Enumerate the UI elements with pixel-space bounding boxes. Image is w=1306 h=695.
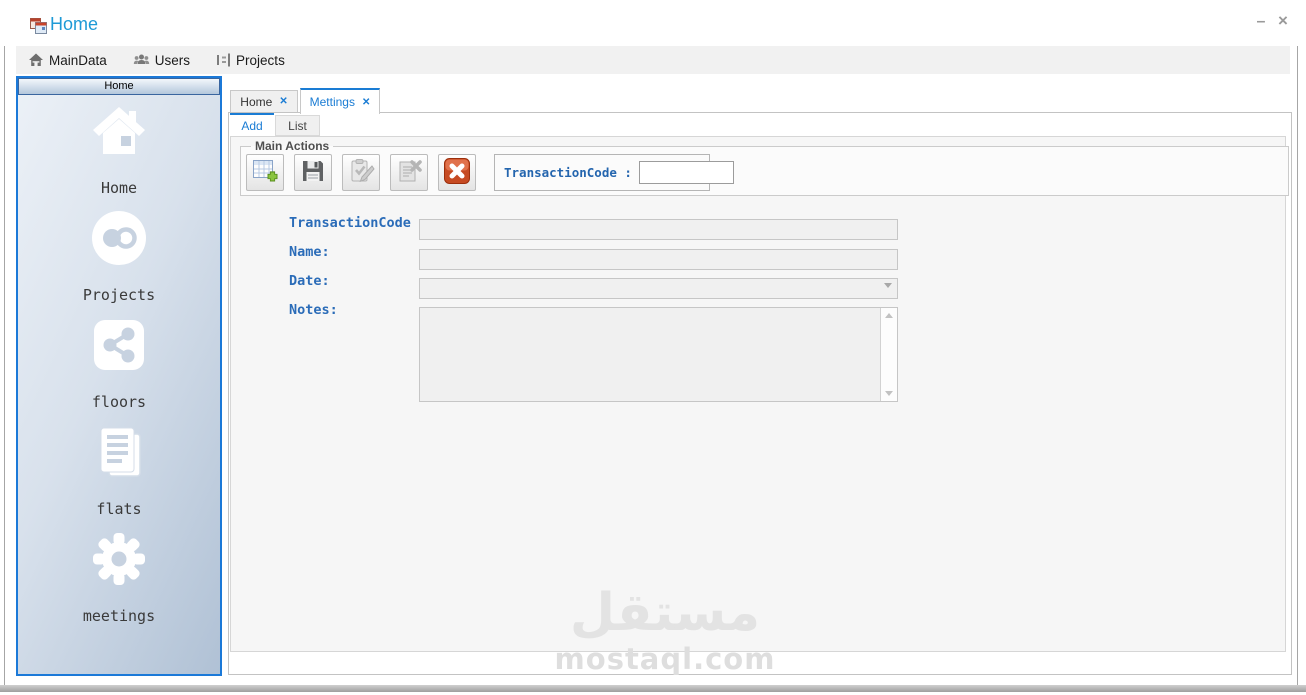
sidebar: Home Home Projects floors flats meetings (16, 76, 222, 676)
sidebar-item-label: floors (91, 393, 147, 411)
app-window: Home – × MainData Users Projects Home Ho… (0, 0, 1306, 695)
scroll-up-icon[interactable] (885, 313, 893, 318)
menu-bar: MainData Users Projects (16, 46, 1290, 74)
window-border-bottom (0, 685, 1306, 692)
menu-item-maindata[interactable]: MainData (28, 52, 107, 68)
tab-label: Mettings (309, 95, 355, 109)
main-actions-toolbar: TransactionCode : (246, 154, 1288, 191)
sidebar-item-label: meetings (82, 607, 156, 625)
house-icon (91, 103, 147, 159)
sidebar-item-label: Home (100, 179, 138, 197)
sidebar-item-label: Projects (82, 286, 156, 304)
sidebar-item-home[interactable]: Home (91, 103, 147, 197)
notes-scrollbar[interactable] (880, 308, 897, 401)
delete-doc-icon (396, 158, 423, 188)
cancel-button[interactable] (438, 154, 476, 191)
hierarchy-icon (216, 52, 231, 68)
window-border-left (4, 0, 5, 686)
date-label: Date: (289, 273, 330, 289)
tab-add[interactable]: Add (230, 113, 274, 136)
pages-icon (91, 424, 147, 480)
home-icon (28, 52, 44, 68)
tab-mettings[interactable]: Mettings ✕ (300, 88, 380, 114)
minimize-button[interactable]: – (1250, 11, 1272, 33)
date-dropdown[interactable] (419, 278, 898, 299)
main-actions-group: Main Actions TransactionCode: (240, 139, 1289, 196)
close-button[interactable]: × (1272, 10, 1294, 32)
tab-close-icon[interactable]: ✕ (362, 97, 370, 108)
add-panel: Main Actions TransactionCode: Transacti… (230, 136, 1289, 652)
menu-item-users[interactable]: Users (133, 52, 190, 68)
tab-list[interactable]: List (275, 115, 320, 136)
window-title: Home (50, 14, 99, 34)
menu-item-projects[interactable]: Projects (216, 52, 285, 68)
gear-icon (91, 531, 147, 587)
window-border-right (1297, 0, 1298, 686)
notes-field[interactable] (419, 307, 898, 402)
sidebar-item-label: flats (96, 500, 142, 518)
save-icon (300, 158, 326, 187)
save-button[interactable] (294, 154, 332, 191)
scroll-down-icon[interactable] (885, 391, 893, 396)
validate-button[interactable] (342, 154, 380, 191)
tab-close-icon[interactable]: ✕ (279, 96, 287, 107)
add-record-icon (251, 157, 279, 188)
menu-item-label: Users (154, 52, 191, 68)
sidebar-item-floors[interactable]: floors (91, 317, 147, 411)
menu-item-label: MainData (49, 52, 107, 68)
transactioncode-label: TransactionCode : (289, 215, 428, 231)
users-icon (133, 52, 150, 68)
delete-record-button[interactable] (390, 154, 428, 191)
name-label: Name: (289, 244, 330, 260)
sidebar-header: Home (18, 78, 220, 95)
sidebar-item-projects[interactable]: Projects (83, 210, 155, 304)
notes-label: Notes: (289, 302, 338, 318)
toolbar-transactioncode-input[interactable] (638, 161, 734, 184)
name-field[interactable] (419, 249, 898, 270)
sidebar-item-flats[interactable]: flats (91, 424, 147, 518)
toolbar-transactioncode-label: TransactionCode : (504, 165, 632, 180)
title-bar: Home – × (0, 0, 1306, 46)
tab-home[interactable]: Home ✕ (230, 90, 298, 113)
check-edit-icon (348, 158, 375, 188)
share-icon (91, 317, 147, 373)
sidebar-items: Home Projects floors flats meetings (18, 95, 220, 638)
cancel-icon (443, 157, 471, 188)
tab-label: Home (240, 94, 273, 109)
toolbar-transactioncode-box: TransactionCode : (494, 154, 734, 191)
circles-icon (91, 210, 147, 266)
sidebar-item-meetings[interactable]: meetings (83, 531, 155, 625)
chevron-down-icon (884, 283, 892, 288)
app-form-icon (30, 18, 47, 34)
transactioncode-field[interactable] (419, 219, 898, 240)
add-record-button[interactable] (246, 154, 284, 191)
mettings-tab-page: Add List Main Actions TransactionCode: … (228, 112, 1292, 675)
group-title: Main Actions (255, 139, 330, 153)
menu-item-label: Projects (236, 52, 285, 68)
